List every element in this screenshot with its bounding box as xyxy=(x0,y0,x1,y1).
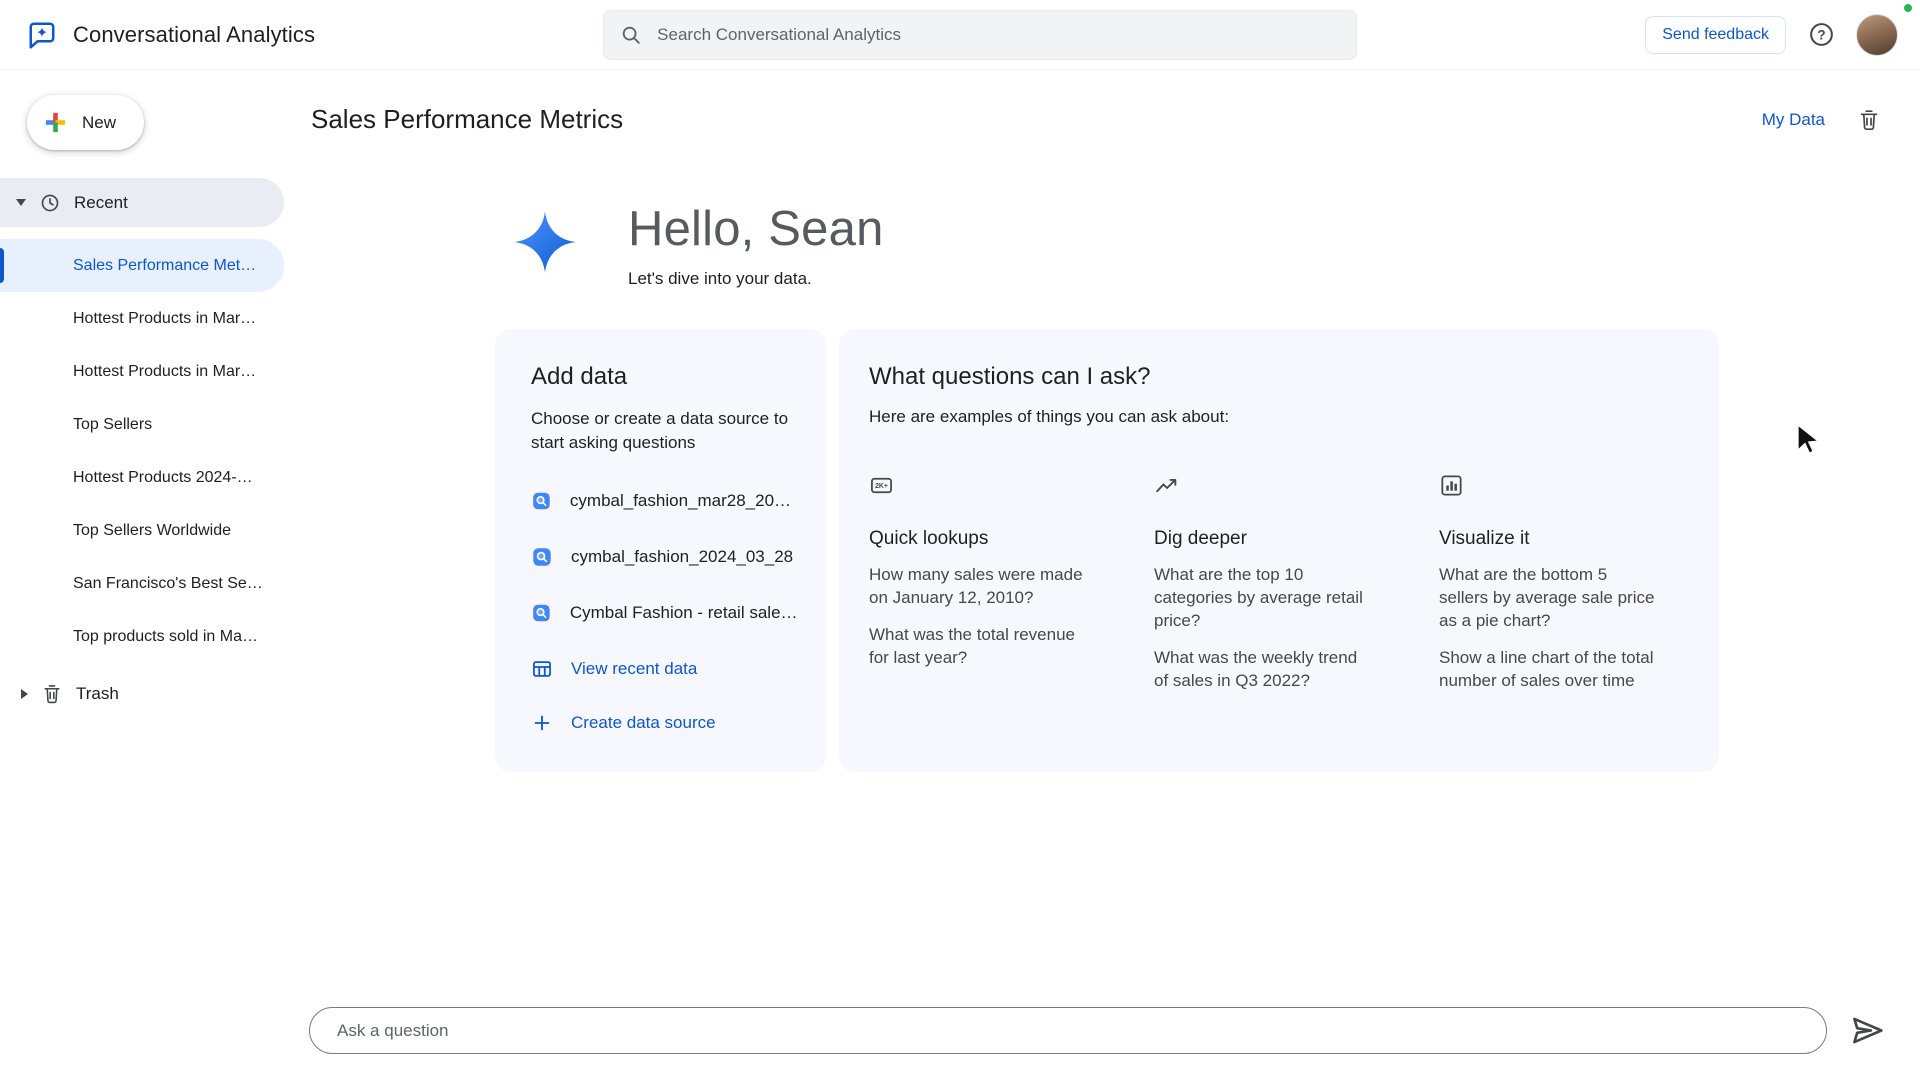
sidebar-item-top-sellers[interactable]: Top Sellers xyxy=(0,398,284,451)
questions-card-subtitle: Here are examples of things you can ask … xyxy=(869,407,1679,427)
greeting-heading: Hello, Sean xyxy=(628,201,884,257)
sidebar-item-hottest-products-2024[interactable]: Hottest Products 2024-… xyxy=(0,451,284,504)
chevron-down-icon xyxy=(16,199,26,206)
bar-chart-icon xyxy=(1439,473,1661,498)
recent-label: Recent xyxy=(74,193,128,213)
search-box[interactable] xyxy=(603,10,1357,60)
example-question: What are the top 10 categories by averag… xyxy=(1154,564,1376,633)
send-icon xyxy=(1849,1012,1886,1049)
send-button[interactable] xyxy=(1849,1012,1886,1049)
bigquery-source-icon xyxy=(531,490,552,512)
recent-items-list: Sales Performance Met… Hottest Products … xyxy=(0,239,284,663)
sidebar-item-san-francisco-best[interactable]: San Francisco's Best Se… xyxy=(0,557,284,610)
questions-card-title: What questions can I ask? xyxy=(869,363,1679,391)
new-button-label: New xyxy=(82,113,116,133)
sidebar-item-sales-performance[interactable]: Sales Performance Met… xyxy=(0,239,284,292)
ask-question-bar xyxy=(309,1007,1886,1054)
create-data-source-link[interactable]: Create data source xyxy=(531,703,798,743)
sidebar-item-top-sellers-worldwide[interactable]: Top Sellers Worldwide xyxy=(0,504,284,557)
example-questions-card: What questions can I ask? Here are examp… xyxy=(839,329,1719,772)
hero-greeting-section: Hello, Sean Let's dive into your data. xyxy=(512,209,1719,289)
data-source-item-3[interactable]: Cymbal Fashion - retail sales … xyxy=(531,593,798,633)
search-input[interactable] xyxy=(655,24,1340,46)
my-data-link[interactable]: My Data xyxy=(1762,110,1825,130)
svg-text:?: ? xyxy=(1817,27,1825,42)
question-category-dig-deeper: Dig deeper What are the top 10 categorie… xyxy=(1154,473,1376,693)
bigquery-source-icon xyxy=(531,602,552,624)
trash-icon xyxy=(1857,108,1881,132)
example-question: What was the weekly trend of sales in Q3… xyxy=(1154,647,1376,693)
sidebar: New Recent Sales Performance Met… Hottes… xyxy=(0,70,284,1080)
bigquery-source-icon xyxy=(531,546,553,568)
gemini-star-icon xyxy=(512,209,578,289)
add-data-card: Add data Choose or create a data source … xyxy=(495,329,826,772)
question-category-visualize-it: Visualize it What are the bottom 5 selle… xyxy=(1439,473,1661,693)
google-plus-icon xyxy=(44,111,67,134)
help-button[interactable]: ? xyxy=(1804,18,1838,52)
green-status-dot xyxy=(1904,4,1912,12)
svg-text:2K+: 2K+ xyxy=(875,483,888,490)
clock-icon xyxy=(39,192,61,214)
sidebar-item-hottest-products-1[interactable]: Hottest Products in Mar… xyxy=(0,292,284,345)
trash-section[interactable]: Trash xyxy=(0,669,284,718)
send-feedback-button[interactable]: Send feedback xyxy=(1645,16,1786,54)
trash-label: Trash xyxy=(76,684,119,704)
help-icon: ? xyxy=(1808,21,1835,48)
app-logo-chat-analytics-icon xyxy=(27,20,57,50)
topbar: Conversational Analytics Send feedback ? xyxy=(0,0,1920,70)
example-question: How many sales were made on January 12, … xyxy=(869,564,1091,610)
search-icon xyxy=(620,24,642,46)
example-question: What are the bottom 5 sellers by average… xyxy=(1439,564,1661,633)
recent-section-header[interactable]: Recent xyxy=(0,178,284,227)
2k-lookup-icon: 2K+ xyxy=(869,473,1091,498)
ask-question-input[interactable] xyxy=(309,1007,1827,1054)
chevron-right-icon xyxy=(21,689,28,699)
data-source-item-2[interactable]: cymbal_fashion_2024_03_28 xyxy=(531,537,798,577)
view-recent-data-link[interactable]: View recent data xyxy=(531,649,798,689)
page-title: Sales Performance Metrics xyxy=(311,104,623,135)
sidebar-item-top-products-sold[interactable]: Top products sold in Ma… xyxy=(0,610,284,663)
example-question: What was the total revenue for last year… xyxy=(869,624,1091,670)
add-data-title: Add data xyxy=(531,363,798,391)
data-source-item-1[interactable]: cymbal_fashion_mar28_2024… xyxy=(531,481,798,521)
new-button[interactable]: New xyxy=(27,95,144,150)
user-avatar[interactable] xyxy=(1856,14,1898,56)
trash-icon xyxy=(41,683,63,705)
main-content: Sales Performance Metrics My Data xyxy=(284,70,1920,1080)
add-data-description: Choose or create a data source to start … xyxy=(531,407,798,455)
app-title: Conversational Analytics xyxy=(73,22,315,48)
plus-icon xyxy=(531,712,553,734)
question-category-quick-lookups: 2K+ Quick lookups How many sales were ma… xyxy=(869,473,1091,693)
table-icon xyxy=(531,658,553,680)
sidebar-item-hottest-products-2[interactable]: Hottest Products in Mar… xyxy=(0,345,284,398)
example-question: Show a line chart of the total number of… xyxy=(1439,647,1661,693)
delete-conversation-button[interactable] xyxy=(1857,108,1881,132)
greeting-subtitle: Let's dive into your data. xyxy=(628,269,884,289)
trend-line-icon xyxy=(1154,473,1376,498)
